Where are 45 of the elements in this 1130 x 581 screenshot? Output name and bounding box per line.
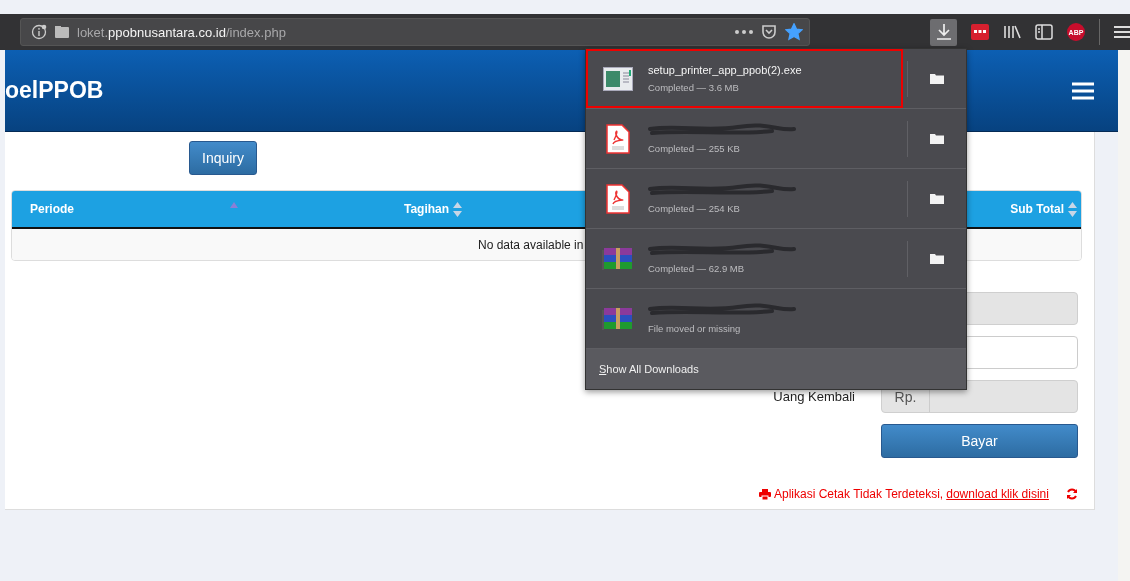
archive-file-icon xyxy=(602,305,634,332)
url-text[interactable]: loket.ppobnusantara.co.id/index.php xyxy=(77,24,727,40)
pdf-file-icon xyxy=(606,183,630,214)
show-all-downloads-link[interactable]: Show All Downloads xyxy=(599,363,699,375)
inquiry-button[interactable]: Inquiry xyxy=(189,141,258,175)
download-status: Completed — 255 KB xyxy=(648,143,741,154)
column-header[interactable]: Tagihan xyxy=(404,202,450,216)
library-icon[interactable] xyxy=(1003,24,1021,40)
download-filename: setup_printer_app_ppob(2).exe xyxy=(648,64,803,76)
site-brand[interactable]: oelPPOB xyxy=(5,77,104,104)
folder-icon[interactable] xyxy=(930,253,944,264)
download-status: Completed — 62.9 MB xyxy=(648,263,746,274)
download-status: File moved or missing xyxy=(648,323,742,334)
download-status: Completed — 254 KB xyxy=(648,203,741,214)
download-item[interactable]: Completed — 62.9 MB xyxy=(586,229,903,288)
menu-icon[interactable] xyxy=(1114,25,1130,39)
program-file-icon xyxy=(603,66,633,91)
archive-file-icon xyxy=(602,245,634,272)
download-item[interactable]: File moved or missing xyxy=(586,289,966,348)
download-link[interactable]: download klik disini xyxy=(946,487,1049,501)
empty-table-message: No data available in xyxy=(478,237,584,252)
column-header[interactable]: Sub Total xyxy=(1010,202,1064,216)
folder-icon[interactable] xyxy=(930,73,944,84)
more-icon[interactable] xyxy=(735,30,753,34)
pocket-icon[interactable] xyxy=(761,24,777,40)
download-item[interactable]: Completed — 254 KB xyxy=(586,169,903,228)
download-icon[interactable] xyxy=(935,23,952,41)
download-status: Completed — 3.6 MB xyxy=(648,82,740,93)
field-label: Uang Kembali xyxy=(773,389,855,404)
folder-icon[interactable] xyxy=(930,193,944,204)
download-item[interactable]: Completed — 255 KB xyxy=(586,109,903,168)
column-header[interactable]: Periode xyxy=(30,202,74,216)
star-icon[interactable] xyxy=(785,23,803,41)
printer-icon xyxy=(759,488,771,500)
pdf-file-icon xyxy=(606,123,630,154)
download-button[interactable] xyxy=(930,18,957,46)
pay-button[interactable]: Bayar xyxy=(881,424,1078,458)
extension-icon[interactable] xyxy=(971,24,989,40)
download-item[interactable]: setup_printer_app_ppob(2).exe Completed — 3.6 MB xyxy=(586,49,903,108)
info-icon[interactable] xyxy=(31,24,47,40)
sidebar-icon[interactable] xyxy=(1035,24,1053,40)
page-icon xyxy=(55,26,69,38)
alert-message: Aplikasi Cetak Tidak Terdeteksi, xyxy=(774,487,944,501)
address-bar[interactable]: loket.ppobnusantara.co.id/index.php xyxy=(20,18,810,46)
refresh-icon[interactable] xyxy=(1065,488,1078,500)
